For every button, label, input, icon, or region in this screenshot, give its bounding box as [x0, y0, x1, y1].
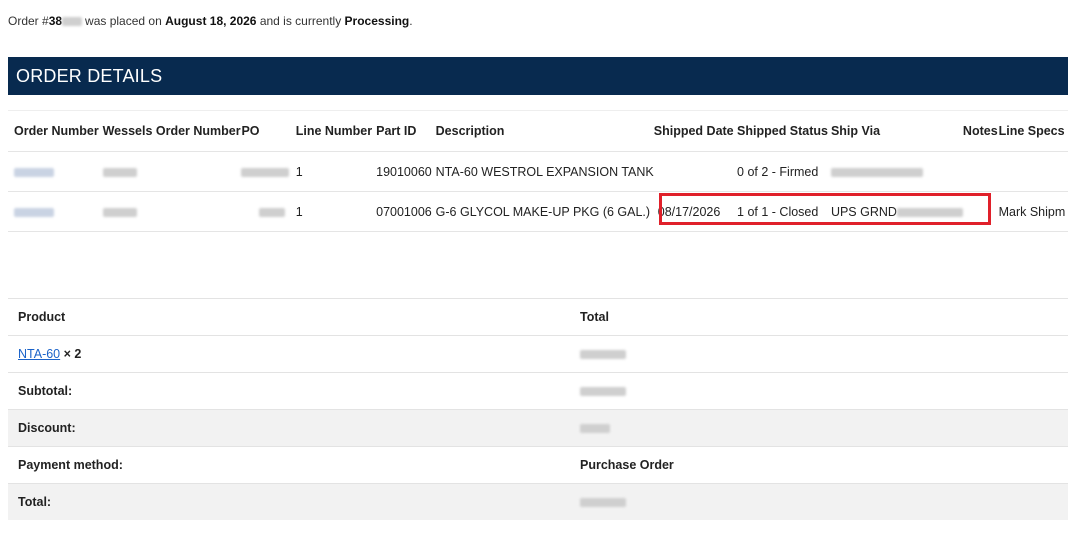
- line-number-cell: 1: [295, 151, 377, 192]
- col-order-number: Order Number: [8, 110, 103, 152]
- highlight-box: [659, 193, 991, 225]
- col-line-number: Line Number: [295, 110, 377, 152]
- col-shipped-date: Shipped Date: [653, 110, 738, 152]
- col-description: Description: [435, 110, 654, 152]
- order-number-cell[interactable]: [8, 191, 103, 232]
- col-po: PO: [241, 110, 296, 152]
- redacted-product-total: [580, 350, 626, 360]
- redacted-subtotal: [580, 387, 626, 397]
- table-header-row: Order Number Wessels Order Number PO Lin…: [8, 110, 1068, 152]
- totals-header-row: Product Total: [8, 298, 1068, 336]
- col-part-id: Part ID: [376, 110, 436, 152]
- po-cell: [241, 191, 296, 232]
- col-wessels-order-number: Wessels Order Number: [102, 110, 242, 152]
- product-cell: NTA-60 × 2: [8, 335, 570, 373]
- order-prefix: Order #: [8, 14, 49, 28]
- total-header: Total: [570, 298, 1068, 336]
- discount-label: Discount:: [8, 409, 570, 447]
- order-number: 38: [48, 14, 63, 28]
- order-date: August 18, 2026: [165, 14, 257, 28]
- line-specs-cell: Mark Shipm: [998, 191, 1068, 232]
- line-number-cell: 1: [295, 191, 377, 232]
- col-ship-via: Ship Via: [830, 110, 963, 152]
- order-number-cell[interactable]: [8, 151, 103, 192]
- col-notes: Notes: [962, 110, 999, 152]
- order-period: .: [409, 14, 413, 28]
- shipped-date-cell: [653, 151, 738, 192]
- product-quantity: × 2: [63, 347, 82, 361]
- section-title: ORDER DETAILS: [16, 66, 163, 86]
- redacted-total: [580, 498, 626, 508]
- redacted-ship-via: [830, 167, 923, 177]
- ship-via-cell: [830, 151, 963, 192]
- order-summary-text: Order #38 was placed on August 18, 2026 a…: [8, 14, 413, 28]
- shipped-status-cell: 0 of 2 - Firmed: [737, 151, 831, 192]
- description-cell: G-6 GLYCOL MAKE-UP PKG (6 GAL.): [435, 191, 654, 232]
- wessels-order-cell: [102, 191, 242, 232]
- total-label: Total:: [8, 483, 570, 520]
- total-row: Total:: [8, 483, 1068, 520]
- line-specs-cell: [998, 151, 1068, 192]
- subtotal-label: Subtotal:: [8, 372, 570, 410]
- order-placed-text: was placed on: [85, 14, 162, 28]
- product-total-cell: [570, 335, 1068, 373]
- order-details-header: ORDER DETAILS: [8, 57, 1068, 95]
- redacted-order-link[interactable]: [14, 167, 54, 177]
- wessels-order-cell: [102, 151, 242, 192]
- redacted-order-number: [62, 17, 83, 27]
- redacted-po: [241, 167, 290, 177]
- product-header: Product: [8, 298, 570, 336]
- subtotal-row: Subtotal:: [8, 372, 1068, 410]
- order-status: Processing: [344, 14, 410, 28]
- payment-label: Payment method:: [8, 446, 570, 484]
- total-value-cell: [570, 483, 1068, 520]
- payment-row: Payment method: Purchase Order: [8, 446, 1068, 484]
- discount-row: Discount:: [8, 409, 1068, 447]
- part-id-cell: 19010060: [376, 151, 436, 192]
- col-shipped-status: Shipped Status: [737, 110, 831, 152]
- redacted-wessels-order: [102, 207, 137, 217]
- notes-cell: [962, 151, 999, 192]
- product-link[interactable]: NTA-60: [18, 347, 60, 361]
- order-status-prefix: and is currently: [259, 14, 342, 28]
- product-row: NTA-60 × 2: [8, 335, 1068, 373]
- redacted-order-link[interactable]: [14, 207, 54, 217]
- payment-value: Purchase Order: [570, 446, 1068, 484]
- redacted-wessels-order: [102, 167, 137, 177]
- redacted-discount: [580, 424, 610, 434]
- order-totals-table: Product Total NTA-60 × 2 Subtotal: Disco…: [8, 298, 1068, 520]
- description-cell: NTA-60 WESTROL EXPANSION TANK: [435, 151, 654, 192]
- po-cell: [241, 151, 296, 192]
- redacted-po: [259, 207, 286, 217]
- col-line-specs: Line Specs: [998, 110, 1068, 152]
- subtotal-value-cell: [570, 372, 1068, 410]
- table-row: 1 19010060 NTA-60 WESTROL EXPANSION TANK…: [8, 151, 1068, 192]
- part-id-cell: 07001006: [376, 191, 436, 232]
- discount-value-cell: [570, 409, 1068, 447]
